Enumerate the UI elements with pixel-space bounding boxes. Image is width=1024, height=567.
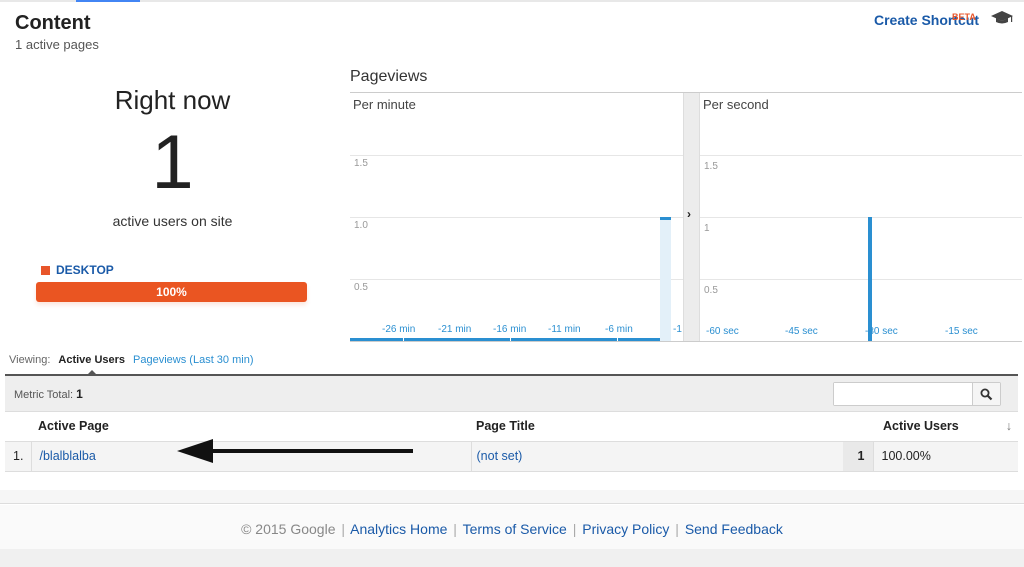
x-tick: -6 min [605, 324, 633, 335]
active-users-label: active users on site [112, 213, 233, 229]
viewing-label: Viewing: [9, 354, 51, 366]
pageviews-charts: Per minute 1.5 1.0 0.5 -26 min -21 min -… [350, 92, 1022, 342]
x-tick: -60 sec [706, 326, 739, 337]
x-tick: -1 [673, 324, 682, 335]
tab-active-users[interactable]: Active Users [58, 354, 125, 375]
legend-swatch [41, 265, 50, 275]
column-header-page-title[interactable]: Page Title [471, 412, 843, 442]
active-page-link[interactable]: /blalblalba [40, 449, 96, 463]
tab-pageviews[interactable]: Pageviews (Last 30 min) [133, 354, 253, 366]
index-header [5, 412, 31, 442]
bar[interactable] [868, 217, 872, 341]
beta-badge: BETA [952, 12, 976, 22]
gridline [700, 217, 1022, 218]
metric-total-label: Metric Total: [14, 389, 74, 401]
footer-separator [0, 490, 1024, 504]
active-pages-table: Metric Total: 1 Active Page Page Title A… [5, 374, 1018, 472]
desktop-percent-bar: 100% [36, 282, 307, 302]
active-users-header-label: Active Users [883, 419, 959, 434]
footer-bottom [0, 549, 1024, 567]
y-tick: 1 [704, 223, 710, 234]
active-users-percent-cell: 100.00% [873, 441, 1018, 472]
search-icon [980, 388, 993, 400]
active-tab-indicator[interactable] [76, 0, 140, 2]
footer-link-analytics-home[interactable]: Analytics Home [350, 521, 447, 537]
graduation-cap-icon[interactable] [990, 10, 1014, 26]
pageviews-title: Pageviews [350, 68, 428, 85]
y-tick: 0.5 [354, 282, 368, 293]
device-legend: DESKTOP [41, 263, 114, 277]
sort-down-icon[interactable]: ↓ [1006, 419, 1012, 433]
x-tick: -45 sec [785, 326, 818, 337]
search-button[interactable] [972, 383, 1000, 405]
per-second-title: Per second [703, 97, 769, 112]
column-header-active-page[interactable]: Active Page [31, 412, 471, 442]
legend-desktop-label: DESKTOP [56, 263, 114, 277]
table-header-row: Active Page Page Title Active Users ↓ [5, 412, 1018, 442]
page-subtitle: 1 active pages [15, 37, 99, 52]
chart-baseline [350, 341, 1022, 342]
table-search [833, 382, 1001, 406]
x-tick: -26 min [382, 324, 416, 335]
metric-total: Metric Total: 1 [14, 387, 83, 401]
x-tick: -15 sec [945, 326, 978, 337]
footer: © 2015 Google | Analytics Home | Terms o… [0, 505, 1024, 549]
column-header-active-users[interactable]: Active Users ↓ [873, 412, 1018, 442]
chevron-right-icon[interactable]: › [687, 207, 691, 221]
top-nav-bar [0, 0, 1024, 2]
viewing-tabs: Viewing: Active Users Pageviews (Last 30… [9, 354, 254, 375]
per-minute-title: Per minute [353, 97, 416, 112]
footer-link-privacy[interactable]: Privacy Policy [582, 521, 669, 537]
metric-total-value: 1 [76, 387, 83, 401]
gridline [700, 155, 1022, 156]
page-title-cell: (not set) [471, 441, 843, 472]
page-title: Content [15, 12, 91, 34]
data-table: Active Page Page Title Active Users ↓ 1. … [5, 412, 1018, 472]
table-row: 1. /blalblalba (not set) 1 100.00% [5, 441, 1018, 472]
metric-total-row: Metric Total: 1 [5, 376, 1018, 412]
x-tick: -21 min [438, 324, 472, 335]
copyright: © 2015 Google [241, 521, 336, 537]
footer-link-terms[interactable]: Terms of Service [463, 521, 567, 537]
active-users-count: 1 [151, 120, 194, 205]
search-input[interactable] [834, 383, 972, 405]
gridline [350, 279, 683, 280]
page-title-link[interactable]: (not set) [477, 449, 523, 463]
y-tick: 0.5 [704, 285, 718, 296]
annotation-arrow [177, 439, 413, 463]
y-tick: 1.5 [354, 158, 368, 169]
y-tick: 1.5 [704, 161, 718, 172]
column-header-spacer [843, 412, 873, 442]
gridline [350, 155, 683, 156]
gridline [350, 217, 683, 218]
per-minute-chart: Per minute 1.5 1.0 0.5 -26 min -21 min -… [350, 93, 683, 341]
right-now-label: Right now [114, 85, 231, 115]
x-tick: -11 min [548, 324, 581, 335]
gridline [700, 279, 1022, 280]
chart-divider[interactable]: › [683, 93, 700, 341]
y-tick: 1.0 [354, 220, 368, 231]
row-index: 1. [5, 441, 32, 472]
bar[interactable] [660, 217, 671, 220]
x-tick: -16 min [493, 324, 527, 335]
bar-highlight [660, 217, 671, 341]
per-second-chart: Per second 1.5 1 0.5 -60 sec -45 sec -30… [700, 93, 1022, 341]
footer-link-feedback[interactable]: Send Feedback [685, 521, 783, 537]
active-users-count-cell: 1 [843, 441, 874, 472]
